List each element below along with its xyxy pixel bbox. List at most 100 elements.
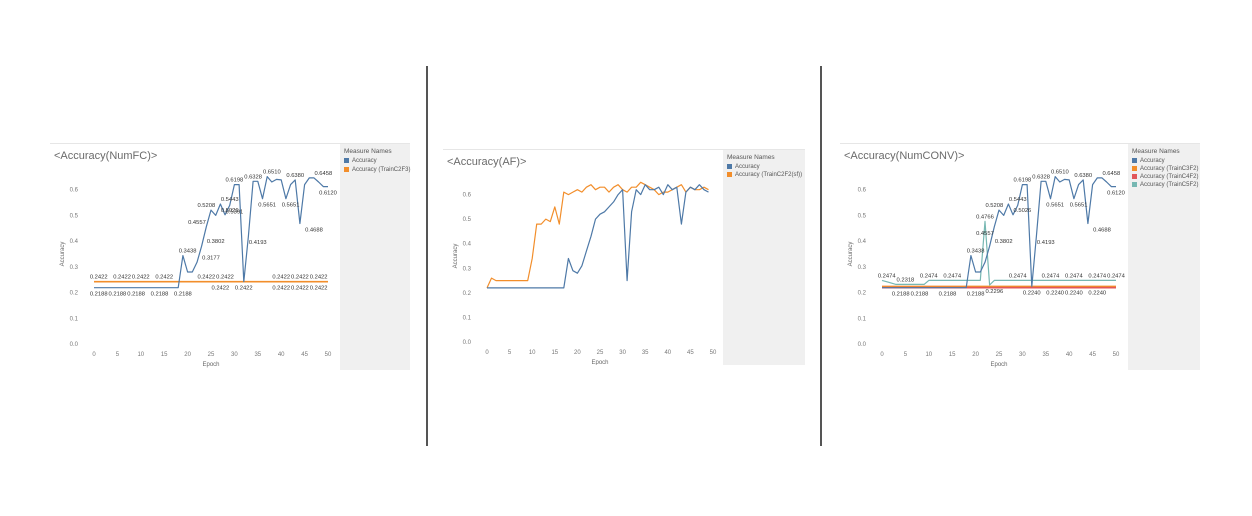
legend-title: Measure Names xyxy=(727,154,775,161)
x-tick-label: 25 xyxy=(208,352,215,358)
data-label: 0.2188 xyxy=(892,292,910,298)
data-label: 0.2240 xyxy=(1065,290,1083,296)
data-label: 0.5443 xyxy=(1009,197,1027,203)
data-label: 0.6198 xyxy=(226,178,244,184)
y-tick-label: 0.3 xyxy=(70,265,79,271)
data-label: 0.2474 xyxy=(920,273,939,279)
data-label: 0.2474 xyxy=(1009,273,1028,279)
data-label: 0.6120 xyxy=(1107,191,1125,197)
data-label: 0.2296 xyxy=(985,289,1003,295)
data-label: 0.6198 xyxy=(1014,178,1032,184)
x-tick-label: 15 xyxy=(949,352,956,358)
legend-item-accuracy[interactable]: Accuracy xyxy=(1132,158,1165,164)
data-label: 0.6510 xyxy=(263,170,281,176)
legend-item-train-c2f3[interactable]: Accuracy (TrainC2F3) xyxy=(344,167,410,173)
data-label: 0.2188 xyxy=(127,292,145,298)
x-tick-label: 50 xyxy=(1113,352,1120,358)
legend-item-train-c2f2-sf[interactable]: Accuracy (TrainC2F2(sf)) xyxy=(727,172,802,178)
data-label: 0.2422 xyxy=(291,286,309,292)
y-tick-label: 0.4 xyxy=(70,239,79,245)
x-tick-label: 45 xyxy=(301,352,308,358)
data-label: 0.2188 xyxy=(967,292,985,298)
data-label: 0.6380 xyxy=(286,173,304,179)
divider-right xyxy=(820,66,822,446)
y-axis-label: Accuracy xyxy=(60,242,66,267)
data-label: 0.2422 xyxy=(113,275,131,281)
data-label: 0.6458 xyxy=(314,171,332,177)
y-tick-label: 0.0 xyxy=(70,342,79,348)
chart-plot-numfc: 0.0 0.1 0.2 0.3 0.4 0.5 0.6 0 5 10 15 20 25 30 35 40 45 5… xyxy=(60,170,337,368)
data-label: 0.2188 xyxy=(90,292,108,298)
data-label: 0.2422 xyxy=(272,286,290,292)
legend-label: Accuracy (TrainC2F2(sf)) xyxy=(735,172,803,178)
legend-item-train-c4f2[interactable]: Accuracy (TrainC4F2) xyxy=(1132,174,1198,180)
y-tick-label: 0.2 xyxy=(463,291,472,297)
data-label: 0.4766 xyxy=(976,214,994,220)
legend-swatch xyxy=(1132,166,1137,171)
x-tick-label: 25 xyxy=(996,352,1003,358)
x-tick-label: 35 xyxy=(642,350,649,356)
y-tick-label: 0.4 xyxy=(858,239,867,245)
data-label: 0.2474 xyxy=(943,273,962,279)
legend-swatch xyxy=(1132,158,1137,163)
data-label: 0.2474 xyxy=(1107,273,1126,279)
y-tick-label: 0.2 xyxy=(70,291,79,297)
data-label: 0.2318 xyxy=(897,277,915,283)
data-label: 0.2188 xyxy=(109,292,127,298)
series-line-accuracy xyxy=(94,175,328,289)
data-label: 0.5026 xyxy=(1014,208,1032,214)
legend-label: Accuracy (TrainC3F2) xyxy=(1140,166,1199,172)
data-label: 0.6328 xyxy=(244,174,262,180)
data-label: 0.2422 xyxy=(197,275,215,281)
legend-numfc: Measure Names Accuracy Accuracy (TrainC2… xyxy=(340,144,410,370)
data-label: 0.2240 xyxy=(1046,290,1064,296)
y-tick-label: 0.5 xyxy=(858,213,867,219)
x-axis-label: Epoch xyxy=(591,360,608,365)
divider-left xyxy=(426,66,428,446)
x-tick-label: 15 xyxy=(551,350,558,356)
series-line-accuracy xyxy=(882,175,1116,289)
data-label: 0.2474 xyxy=(878,273,897,279)
x-tick-label: 15 xyxy=(161,352,168,358)
x-tick-label: 0 xyxy=(485,350,489,356)
legend-swatch xyxy=(344,167,349,172)
legend-label: Accuracy xyxy=(735,164,760,170)
legend-item-accuracy[interactable]: Accuracy xyxy=(727,164,760,170)
data-label: 0.5391 xyxy=(226,209,244,215)
legend-item-train-c5f2[interactable]: Accuracy (TrainC5F2) xyxy=(1132,182,1198,188)
data-label: 0.4557 xyxy=(188,220,206,226)
x-tick-label: 20 xyxy=(574,350,581,356)
data-label: 0.2422 xyxy=(291,275,309,281)
y-tick-label: 0.2 xyxy=(858,291,867,297)
data-label: 0.2188 xyxy=(939,292,957,298)
y-tick-label: 0.5 xyxy=(70,213,79,219)
x-axis-label: Epoch xyxy=(202,362,219,368)
chart-panel-af: <Accuracy(AF)> 0.0 0.1 0.2 0.3 0.4 0.5 0.6 0 5 10… xyxy=(443,149,805,365)
legend-swatch xyxy=(727,172,732,177)
x-tick-label: 20 xyxy=(972,352,979,358)
data-label: 0.2422 xyxy=(216,275,234,281)
x-tick-label: 10 xyxy=(529,350,536,356)
x-tick-label: 35 xyxy=(254,352,261,358)
data-label: 0.2474 xyxy=(1088,273,1107,279)
x-tick-label: 30 xyxy=(1019,352,1026,358)
data-label: 0.2422 xyxy=(155,275,173,281)
data-label: 0.2422 xyxy=(272,275,290,281)
y-tick-label: 0.3 xyxy=(463,266,472,272)
y-tick-label: 0.0 xyxy=(858,342,867,348)
legend-item-train-c3f2[interactable]: Accuracy (TrainC3F2) xyxy=(1132,166,1198,172)
legend-label: Accuracy xyxy=(1140,158,1165,164)
data-label: 0.2422 xyxy=(211,286,229,292)
x-tick-label: 5 xyxy=(116,352,120,358)
y-tick-label: 0.5 xyxy=(463,217,472,223)
data-label: 0.2422 xyxy=(90,275,108,281)
data-label: 0.4193 xyxy=(249,240,267,246)
legend-item-accuracy[interactable]: Accuracy xyxy=(344,158,377,164)
data-label: 0.2474 xyxy=(1065,273,1084,279)
data-label: 0.2188 xyxy=(151,292,169,298)
legend-swatch xyxy=(344,158,349,163)
legend-title: Measure Names xyxy=(344,148,392,155)
x-tick-label: 10 xyxy=(925,352,932,358)
data-label: 0.2188 xyxy=(911,292,929,298)
data-label: 0.6510 xyxy=(1051,170,1069,176)
